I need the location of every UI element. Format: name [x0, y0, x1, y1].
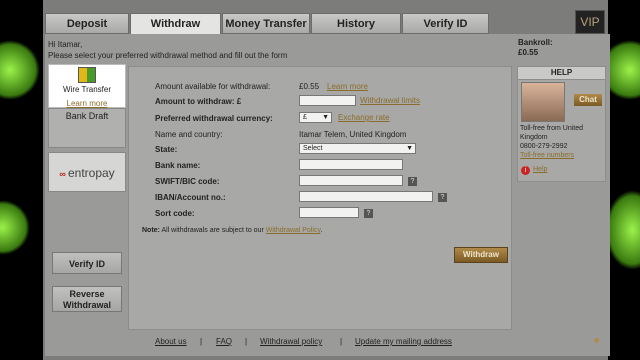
support-phone: 0800-279-2992	[520, 143, 568, 150]
name-country-label: Name and country:	[155, 130, 223, 139]
available-value: £0.55	[299, 82, 320, 91]
sort-code-input[interactable]	[299, 207, 359, 218]
help-panel: HELP Chat Toll-free from United Kingdom …	[517, 66, 606, 182]
support-avatar	[521, 82, 565, 122]
help-link[interactable]: Help	[533, 166, 547, 173]
withdrawal-limits-link[interactable]: Withdrawal limits	[360, 96, 420, 105]
tab-verify-id[interactable]: Verify ID	[402, 13, 489, 34]
state-value: Select	[303, 145, 323, 152]
background-glow-right-2	[605, 190, 640, 270]
bankroll-value: £0.55	[518, 48, 539, 57]
bankroll: Bankroll: £0.55	[518, 38, 553, 58]
sort-code-label: Sort code:	[155, 209, 195, 218]
method-bank-draft-label: Bank Draft	[65, 111, 109, 121]
tab-money-transfer[interactable]: Money Transfer	[222, 13, 310, 34]
iban-input[interactable]	[299, 191, 433, 202]
method-entropay-label: entropay	[67, 166, 115, 180]
footer-withdrawal-policy-link[interactable]: Withdrawal policy	[260, 337, 322, 346]
iban-help-icon[interactable]: ?	[438, 193, 447, 202]
footer-separator: |	[245, 337, 248, 346]
background-glow-left	[0, 40, 40, 100]
swift-input[interactable]	[299, 175, 403, 186]
method-bank-draft[interactable]: Bank Draft	[48, 108, 126, 148]
help-icon: i	[521, 166, 530, 175]
name-country-value: Itamar Telem, United Kingdom	[299, 130, 407, 139]
sort-code-help-icon[interactable]: ?	[364, 209, 373, 218]
greeting: Hi Itamar, Please select your preferred …	[48, 39, 287, 61]
currency-select[interactable]: £ ▼	[299, 112, 332, 123]
verify-id-button[interactable]: Verify ID	[52, 252, 122, 274]
chevron-down-icon: ▼	[406, 145, 413, 152]
tab-withdraw[interactable]: Withdraw	[130, 13, 221, 34]
exchange-rate-link[interactable]: Exchange rate	[338, 113, 390, 122]
currency-label: Preferred withdrawal currency:	[155, 114, 273, 123]
greeting-name: Hi Itamar,	[48, 40, 83, 49]
tollfree-numbers-link[interactable]: Toll-free numbers	[520, 152, 574, 159]
withdrawal-policy-link[interactable]: Withdrawal Policy	[266, 227, 321, 234]
policy-note: Note: All withdrawals are subject to our…	[142, 227, 323, 234]
tab-deposit[interactable]: Deposit	[45, 13, 129, 34]
background-glow-left-2	[0, 200, 30, 255]
available-label: Amount available for withdrawal:	[155, 82, 271, 91]
greeting-instruction: Please select your preferred withdrawal …	[48, 51, 288, 60]
tab-bar: Deposit Withdraw Money Transfer History …	[45, 13, 490, 34]
amount-input[interactable]	[299, 95, 356, 106]
footer-faq-link[interactable]: FAQ	[216, 337, 232, 346]
method-learn-more-link[interactable]: Learn more	[49, 99, 125, 108]
swift-label: SWIFT/BIC code:	[155, 177, 220, 186]
footer-separator: |	[340, 337, 343, 346]
help-title: HELP	[518, 67, 605, 80]
state-select[interactable]: Select ▼	[299, 143, 416, 154]
vip-button[interactable]: VIP	[575, 10, 605, 34]
method-entropay[interactable]: ∞ entropay	[48, 152, 126, 192]
swift-help-icon[interactable]: ?	[408, 177, 417, 186]
note-bold: Note:	[142, 227, 160, 234]
tab-history[interactable]: History	[311, 13, 401, 34]
withdraw-button[interactable]: Withdraw	[454, 247, 508, 263]
bank-name-label: Bank name:	[155, 161, 201, 170]
method-wire-transfer[interactable]: Wire Transfer Learn more	[48, 64, 126, 108]
lock-icon: ■	[594, 335, 600, 345]
iban-label: IBAN/Account no.:	[155, 193, 226, 202]
chat-button[interactable]: Chat	[574, 94, 602, 106]
tollfree-text: Toll-free from United Kingdom	[520, 125, 584, 141]
reverse-withdrawal-button[interactable]: Reverse Withdrawal	[52, 286, 122, 312]
note-text: All withdrawals are subject to our	[161, 227, 264, 234]
available-learn-more-link[interactable]: Learn more	[327, 82, 368, 91]
amount-label: Amount to withdraw: £	[155, 97, 242, 106]
currency-value: £	[303, 114, 307, 121]
bank-name-input[interactable]	[299, 159, 403, 170]
footer-separator: |	[200, 337, 203, 346]
state-label: State:	[155, 145, 178, 154]
footer-mailing-address-link[interactable]: Update my mailing address	[355, 337, 452, 346]
wire-transfer-icon	[78, 67, 96, 83]
chevron-down-icon: ▼	[322, 114, 329, 121]
method-wire-transfer-label: Wire Transfer	[62, 85, 111, 94]
footer-about-link[interactable]: About us	[155, 337, 187, 346]
bankroll-label: Bankroll:	[518, 38, 553, 47]
entropay-logo: ∞	[59, 169, 66, 179]
